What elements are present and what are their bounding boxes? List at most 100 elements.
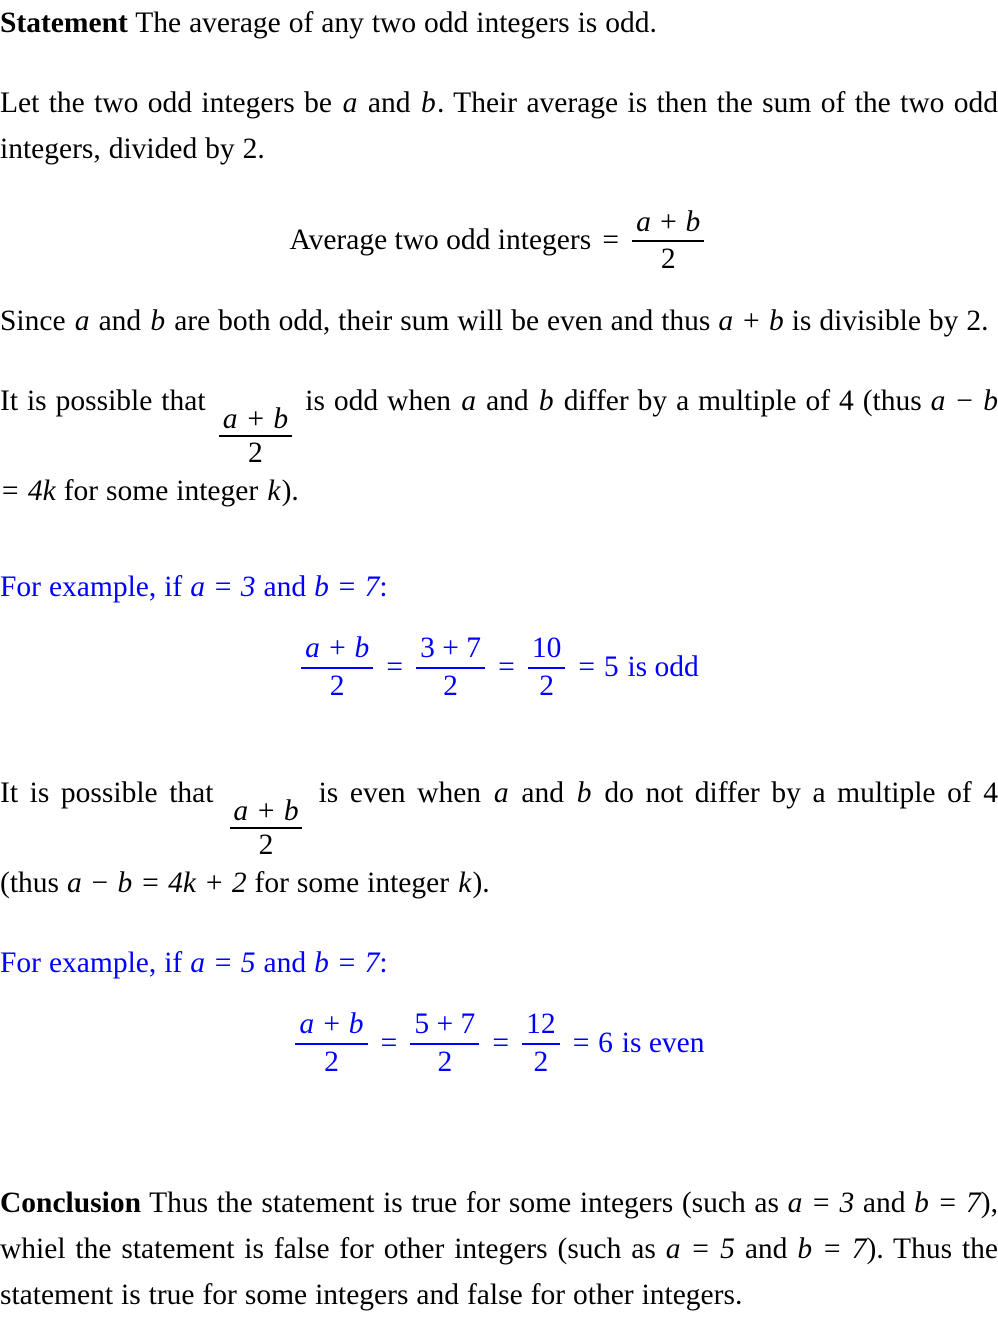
divisibility-part1: Since	[0, 304, 66, 337]
fraction-denominator: 2	[660, 243, 676, 276]
fraction-numerator: 10	[531, 631, 562, 664]
example-odd-conjunction: and	[263, 571, 307, 604]
example-odd-result-text: is odd	[627, 650, 699, 683]
fraction-numerator: a + b	[222, 403, 289, 435]
case-even-condition: a − b = 4k + 2	[66, 867, 247, 900]
conclusion-part1: Thus the statement is true for some inte…	[149, 1187, 779, 1220]
divisibility-paragraph: Since a and b are both odd, their sum wi…	[0, 298, 998, 344]
equals-sign-1: =	[386, 650, 403, 683]
example-odd-result: 5	[603, 650, 619, 683]
divisibility-part2: are both odd, their sum will be even and…	[174, 304, 711, 337]
conclusion-paragraph: Conclusion Thus the statement is true fo…	[0, 1180, 998, 1318]
case-odd-part1: It is possible that	[0, 384, 206, 417]
example-odd-lead: For example, if a = 3 and b = 7:	[0, 564, 998, 610]
case-even-variable-k: k	[458, 867, 472, 900]
example-even-colon: :	[379, 947, 388, 980]
fraction-numerator: a + b	[299, 1007, 364, 1040]
case-even-part1: It is possible that	[0, 776, 214, 809]
fraction-bar	[295, 1042, 368, 1045]
equals-sign-3: =	[578, 650, 596, 683]
case-even-part4: for some integer	[254, 867, 450, 900]
fraction-denominator: 2	[437, 1045, 453, 1078]
equation-example-even: a + b 2 = 5 + 7 2 = 12 2 = 6 is even	[0, 1008, 998, 1078]
equation-label: Average two odd integers	[289, 224, 592, 257]
fraction-denominator: 2	[539, 669, 554, 702]
setup-conjunction: and	[367, 87, 411, 119]
inline-fraction-a-plus-b-over-2: a + b 2	[229, 795, 303, 860]
conclusion-conjunction-2: and	[744, 1233, 788, 1266]
fraction-numerator: 5 + 7	[414, 1007, 476, 1040]
fraction-denominator: 2	[324, 1045, 339, 1078]
case-odd-paragraph: It is possible that a + b 2 is odd when …	[0, 378, 998, 514]
divisibility-conjunction: and	[98, 304, 142, 337]
divisibility-part3: is divisible by 2.	[791, 304, 989, 337]
equation-equals-sign: =	[602, 224, 620, 257]
example-odd-lead-text: For example, if	[0, 571, 183, 604]
example-even-lead: For example, if a = 5 and b = 7:	[0, 940, 998, 986]
fraction-bar	[415, 666, 486, 669]
inline-fraction-a-plus-b-over-2: a + b 2	[219, 403, 292, 470]
statement-heading: Statement	[0, 7, 128, 39]
fraction-numerator: a + b	[233, 795, 299, 828]
fraction-bar	[521, 1042, 560, 1045]
example-even-lead-text: For example, if	[0, 947, 183, 980]
setup-variable-a: a	[342, 87, 358, 119]
conclusion-assignment-a-1: a = 3	[787, 1187, 855, 1220]
fraction-bar	[527, 666, 566, 669]
example-odd-assignment-b: b = 7	[314, 571, 380, 604]
case-even-variable-a: a	[493, 776, 509, 809]
conclusion-assignment-b-2: b = 7	[797, 1233, 867, 1266]
case-even-part5: ).	[472, 867, 490, 900]
fraction-numerator: a + b	[636, 205, 701, 238]
proof-document-page: Statement The average of any two odd int…	[0, 0, 998, 1318]
case-odd-conjunction: and	[486, 384, 529, 417]
example-even-result-text: is even	[621, 1026, 705, 1059]
fraction-step-2: 3 + 7 2	[415, 632, 486, 703]
case-even-conjunction: and	[521, 776, 564, 809]
conclusion-assignment-b-1: b = 7	[914, 1187, 981, 1220]
divisibility-variable-b: b	[150, 304, 166, 337]
case-even-paragraph: It is possible that a + b 2 is even when…	[0, 770, 998, 906]
setup-paragraph: Let the two odd integers be a and b. The…	[0, 80, 998, 172]
case-odd-part4: for some integer	[63, 475, 259, 508]
conclusion-conjunction-1: and	[862, 1187, 906, 1220]
conclusion-assignment-a-2: a = 5	[665, 1233, 735, 1266]
fraction-denominator: 2	[329, 669, 345, 702]
case-odd-variable-a: a	[461, 384, 476, 417]
case-even-variable-b: b	[576, 776, 592, 809]
statement-text: The average of any two odd integers is o…	[135, 7, 657, 39]
case-odd-variable-k: k	[267, 475, 281, 508]
case-odd-part5: ).	[281, 475, 299, 508]
equals-sign-2: =	[498, 650, 515, 683]
fraction-a-plus-b-over-2: a + b 2	[632, 205, 705, 277]
case-odd-variable-b: b	[538, 384, 554, 417]
example-even-assignment-b: b = 7	[314, 947, 380, 980]
statement-paragraph: Statement The average of any two odd int…	[0, 0, 998, 46]
fraction-numerator: 12	[526, 1007, 556, 1040]
example-even-assignment-a: a = 5	[190, 947, 256, 980]
fraction-step-2: 5 + 7 2	[410, 1007, 480, 1079]
fraction-denominator: 2	[443, 669, 458, 702]
fraction-denominator: 2	[248, 437, 263, 470]
equals-sign-1: =	[380, 1026, 398, 1059]
example-even-conjunction: and	[263, 947, 307, 980]
equals-sign-2: =	[492, 1026, 509, 1059]
case-even-part2: is even when	[318, 776, 482, 809]
conclusion-heading: Conclusion	[0, 1187, 141, 1220]
divisibility-variable-a: a	[74, 304, 90, 337]
setup-variable-b: b	[421, 87, 436, 119]
equals-sign-3: =	[572, 1026, 590, 1059]
fraction-step-1: a + b 2	[300, 632, 374, 703]
setup-text-part1: Let the two odd integers be	[0, 87, 332, 119]
example-odd-assignment-a: a = 3	[190, 571, 256, 604]
equation-average-definition: Average two odd integers = a + b 2	[0, 206, 998, 276]
